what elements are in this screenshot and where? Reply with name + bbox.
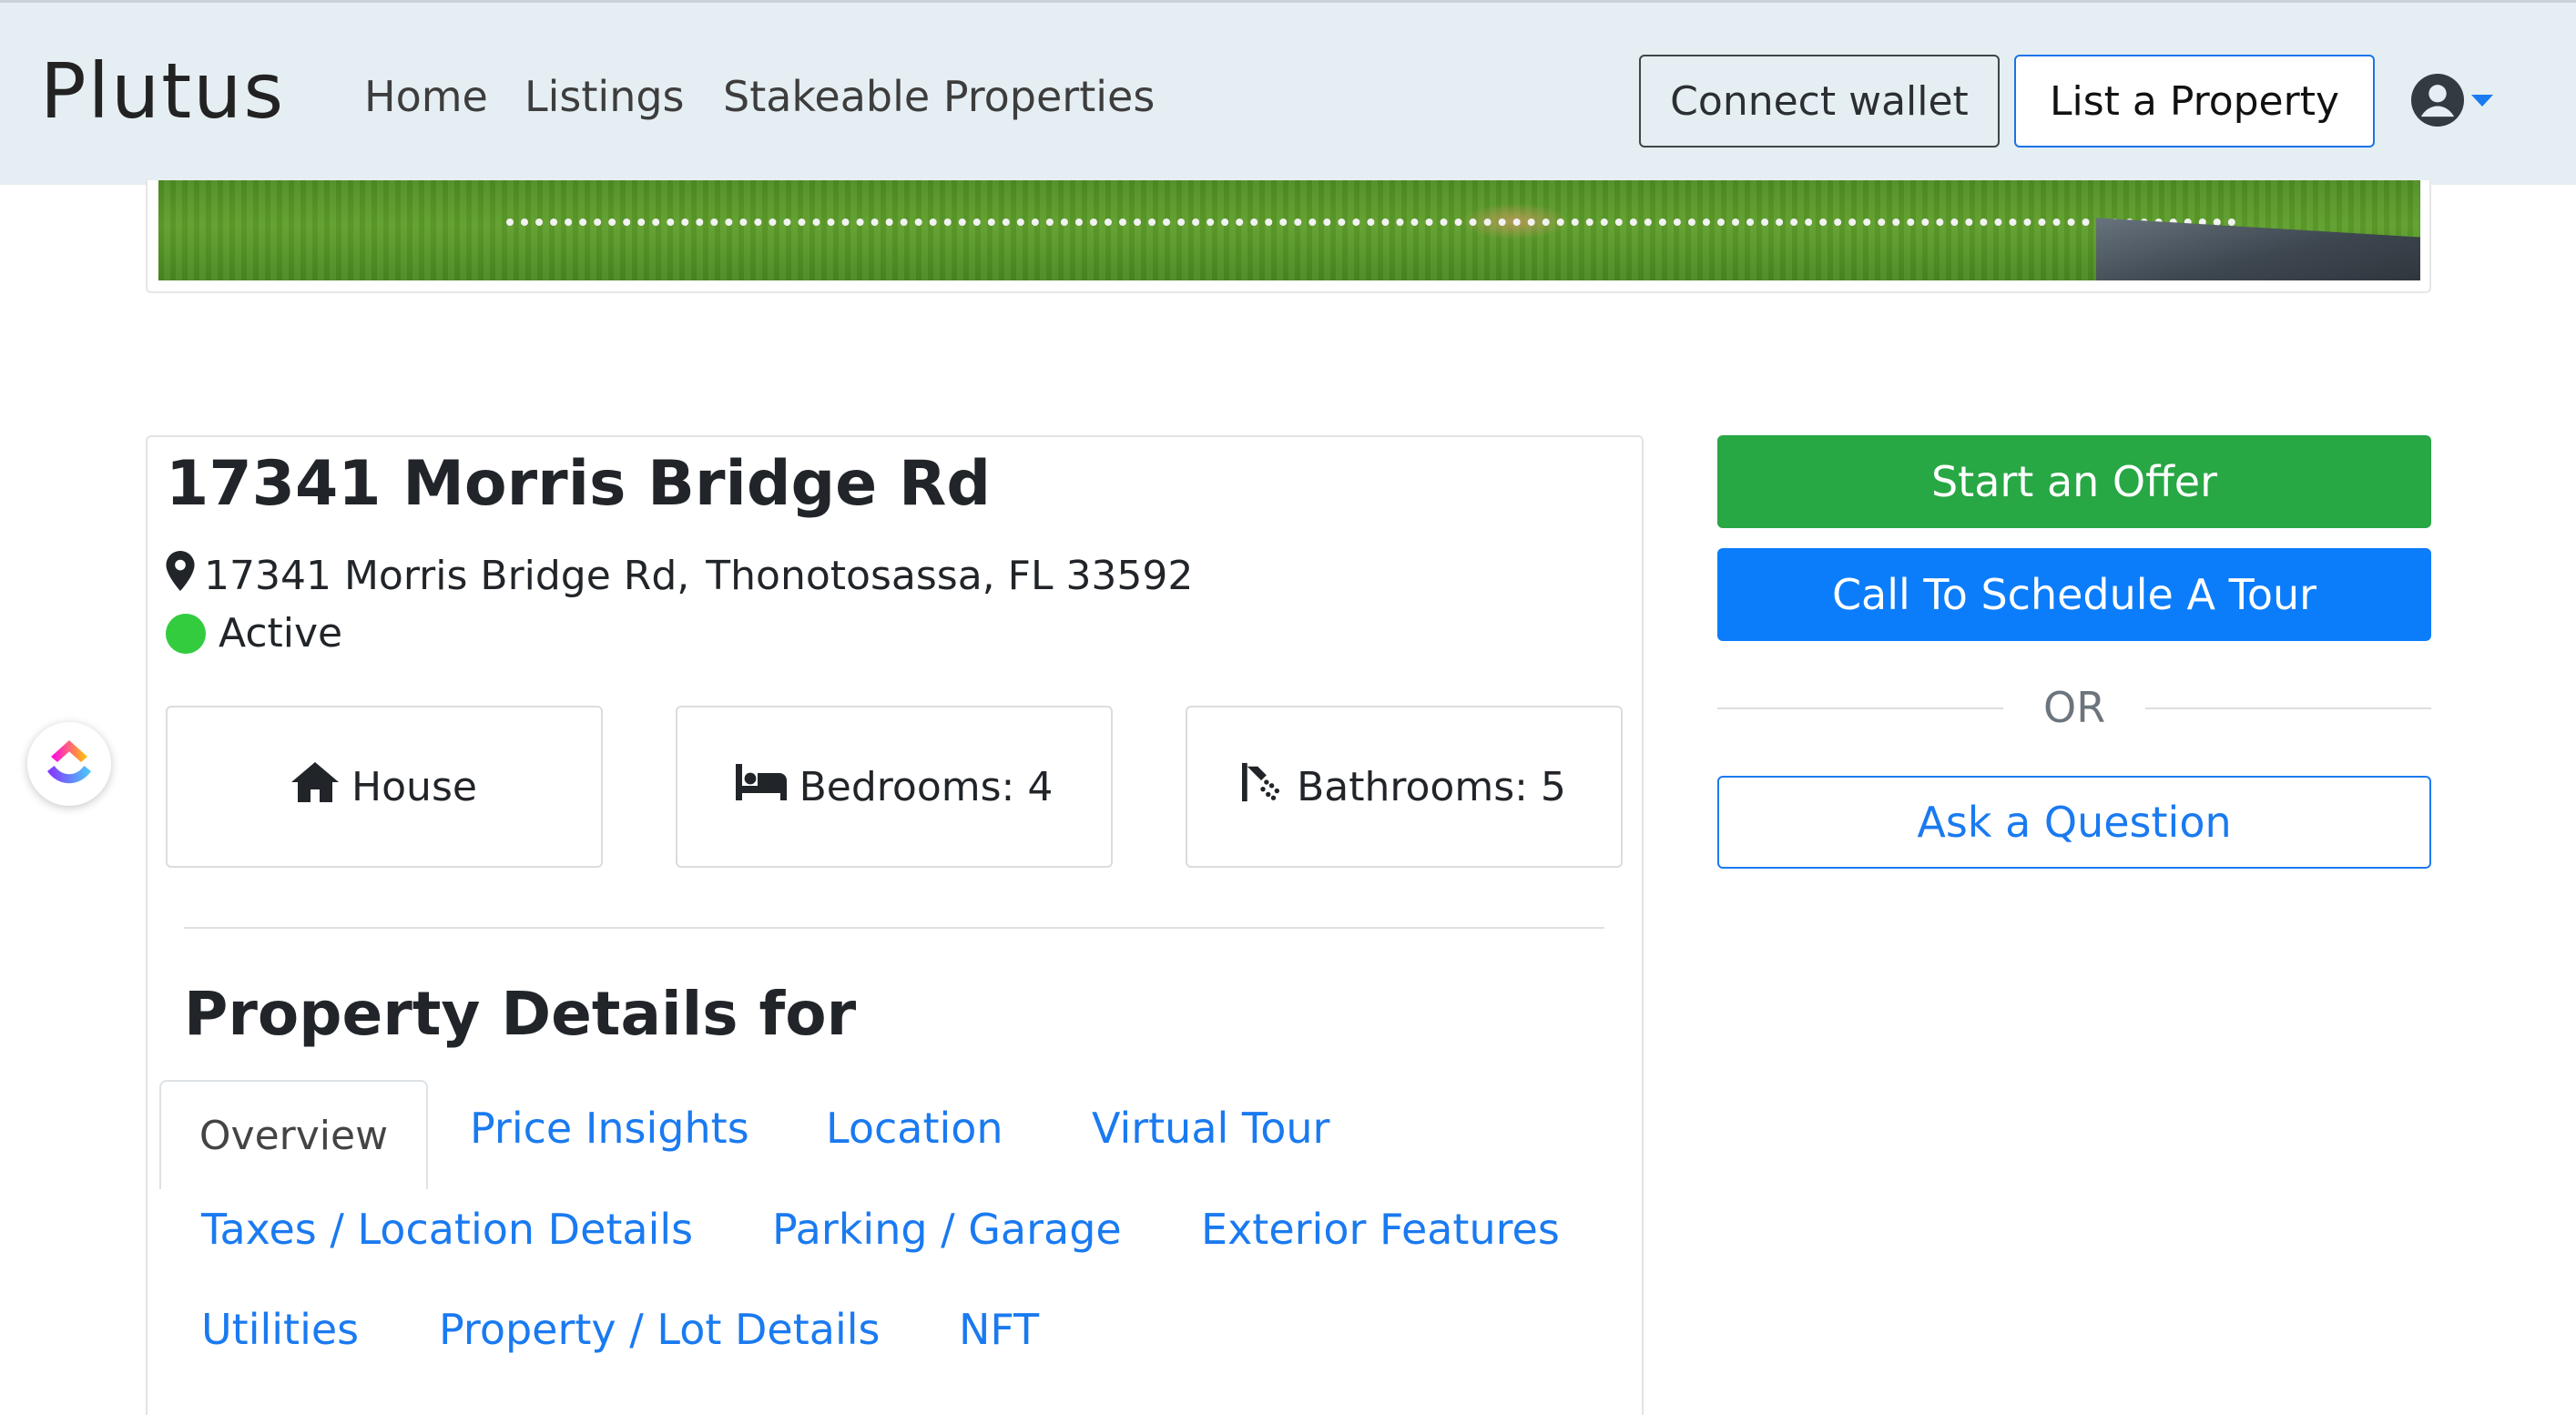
photo-bench-detail <box>2096 218 2420 280</box>
status-label: Active <box>219 610 343 657</box>
address-city-state-zip: Thonotosassa, FL 33592 <box>706 553 1194 599</box>
property-photo[interactable] <box>158 180 2420 280</box>
user-circle-icon <box>2411 74 2464 130</box>
tab-utilities[interactable]: Utilities <box>201 1305 359 1354</box>
brand-logo[interactable]: Plutus <box>40 46 285 136</box>
or-divider-left <box>1717 708 2003 709</box>
map-pin-icon <box>166 551 195 601</box>
user-menu[interactable] <box>2411 74 2493 130</box>
nav-link-listings[interactable]: Listings <box>524 72 685 121</box>
nav-link-stakeable-properties[interactable]: Stakeable Properties <box>723 72 1155 121</box>
bedrooms-label: Bedrooms: 4 <box>799 763 1054 810</box>
shower-icon <box>1242 762 1284 812</box>
tab-exterior-features[interactable]: Exterior Features <box>1201 1205 1560 1254</box>
tab-overview[interactable]: Overview <box>159 1080 428 1189</box>
connect-wallet-button[interactable]: Connect wallet <box>1639 55 2000 148</box>
property-type-label: House <box>351 763 477 810</box>
tab-virtual-tour[interactable]: Virtual Tour <box>1092 1104 1329 1153</box>
list-property-button[interactable]: List a Property <box>2014 55 2375 148</box>
schedule-tour-button[interactable]: Call To Schedule A Tour <box>1717 548 2431 641</box>
ask-question-button[interactable]: Ask a Question <box>1717 776 2431 869</box>
top-navbar: Plutus Home Listings Stakeable Propertie… <box>0 0 2576 185</box>
tab-parking-garage[interactable]: Parking / Garage <box>772 1205 1122 1254</box>
caret-down-icon <box>2471 94 2493 111</box>
carousel-indicator <box>506 219 2236 226</box>
property-address: 17341 Morris Bridge Rd, Thonotosassa, FL… <box>166 551 1193 601</box>
start-offer-button[interactable]: Start an Offer <box>1717 435 2431 528</box>
or-divider-right <box>2145 708 2431 709</box>
status-dot-icon <box>166 613 206 654</box>
tab-nft[interactable]: NFT <box>959 1305 1039 1354</box>
feature-bathrooms: Bathrooms: 5 <box>1186 706 1623 868</box>
property-title: 17341 Morris Bridge Rd <box>166 448 992 520</box>
tab-property-lot-details[interactable]: Property / Lot Details <box>439 1305 880 1354</box>
address-street: 17341 Morris Bridge Rd, <box>204 553 690 599</box>
tab-taxes-location-details[interactable]: Taxes / Location Details <box>201 1205 693 1254</box>
feature-property-type: House <box>166 706 603 868</box>
nav-link-home[interactable]: Home <box>364 72 488 121</box>
listing-status: Active <box>166 610 342 657</box>
tab-price-insights[interactable]: Price Insights <box>470 1104 749 1153</box>
floating-chat-widget[interactable] <box>27 722 111 806</box>
or-separator-text: OR <box>2043 683 2106 732</box>
bed-icon <box>735 763 787 810</box>
section-divider <box>184 927 1604 929</box>
tab-location[interactable]: Location <box>826 1104 1003 1153</box>
property-details-heading: Property Details for <box>184 979 857 1049</box>
feature-bedrooms: Bedrooms: 4 <box>676 706 1113 868</box>
bathrooms-label: Bathrooms: 5 <box>1297 763 1566 810</box>
hero-image-frame <box>146 180 2431 293</box>
house-icon <box>291 761 340 812</box>
clickup-logo-icon <box>44 735 95 793</box>
